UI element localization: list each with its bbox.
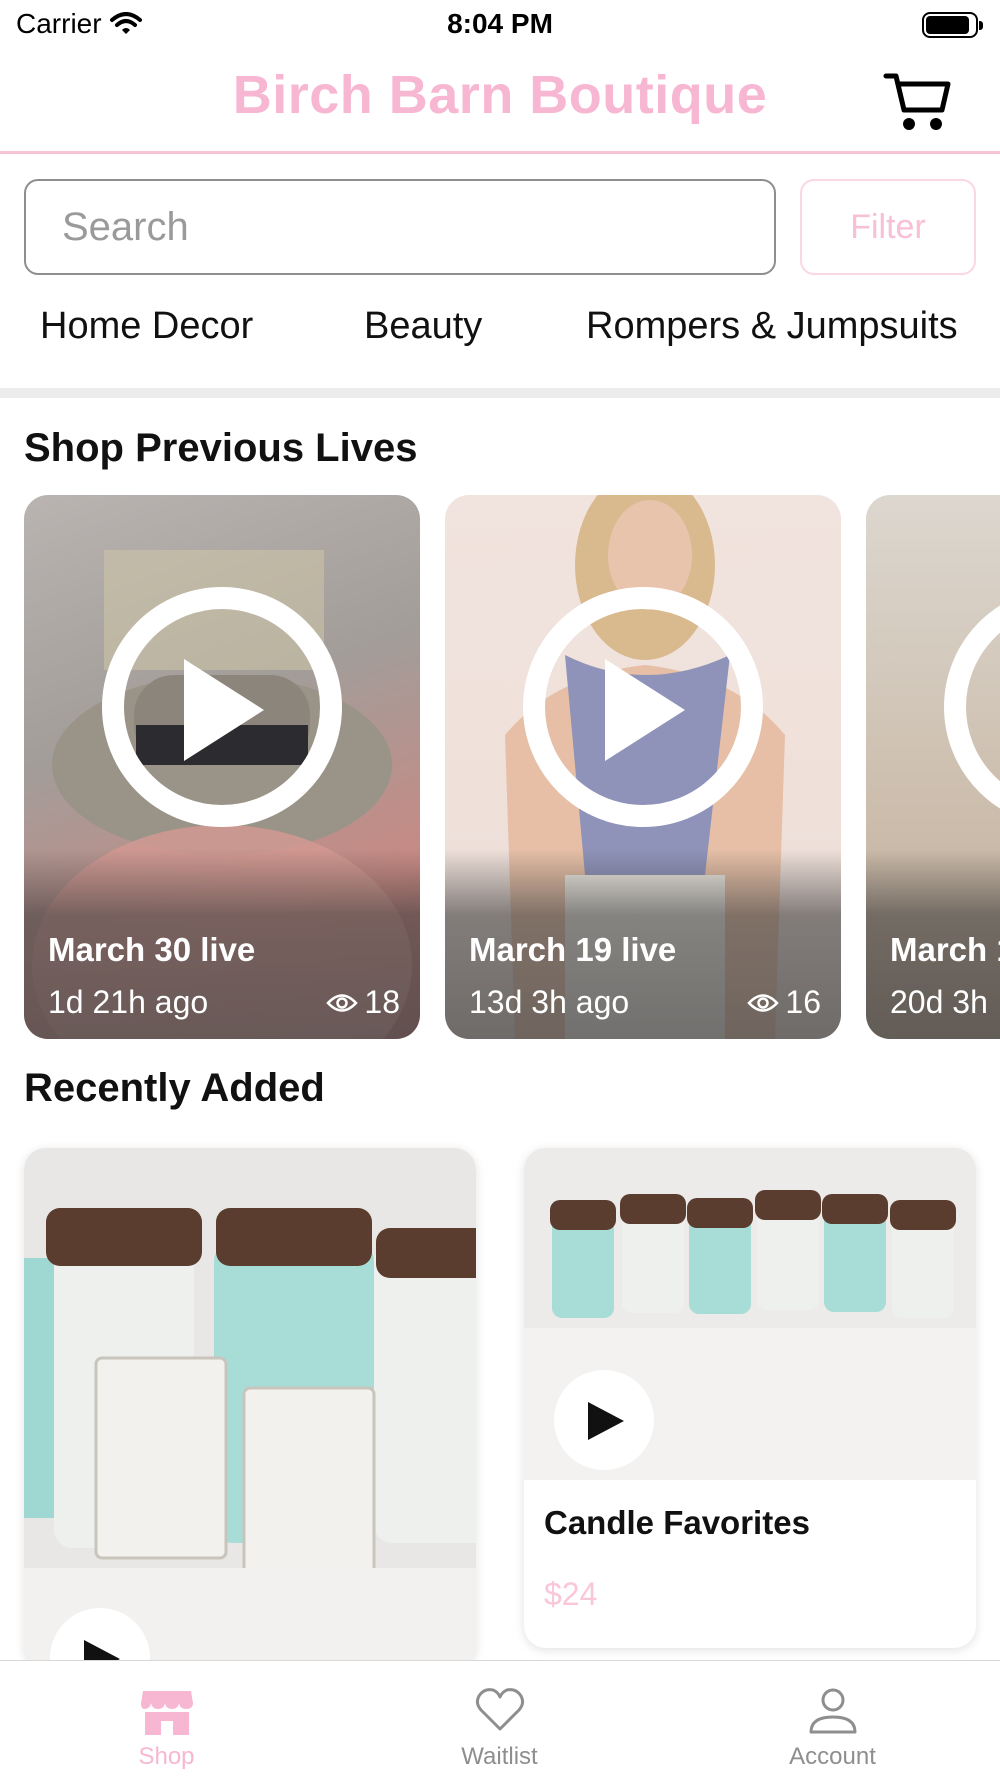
category-beauty[interactable]: Beauty: [364, 305, 482, 348]
tab-account[interactable]: Account: [666, 1661, 999, 1778]
play-button[interactable]: [523, 587, 763, 827]
live-card[interactable]: March 1 20d 3h: [866, 495, 1000, 1039]
category-tabs: Home Decor Beauty Rompers & Jumpsuits: [0, 305, 1000, 365]
view-count-value: 18: [364, 984, 400, 1020]
live-view-count: 16: [747, 984, 821, 1021]
live-view-count: 18: [326, 984, 400, 1021]
shop-icon: [140, 1691, 193, 1735]
live-card[interactable]: March 19 live 13d 3h ago 16: [445, 495, 841, 1039]
recent-section-title: Recently Added: [24, 1066, 325, 1110]
live-title: March 30 live: [48, 931, 256, 968]
view-count-value: 16: [785, 984, 821, 1020]
product-card[interactable]: Candle Favorites $24: [524, 1148, 976, 1648]
product-price: $24: [544, 1576, 598, 1612]
tab-label: Account: [789, 1743, 876, 1770]
tab-label: Shop: [138, 1743, 195, 1770]
search-input[interactable]: [24, 179, 776, 275]
section-divider: [0, 388, 1000, 398]
live-title: March 19 live: [469, 931, 677, 968]
person-icon: [809, 1688, 856, 1734]
heart-icon: [475, 1688, 524, 1731]
live-card[interactable]: March 30 live 1d 21h ago 18: [24, 495, 420, 1039]
status-bar: Carrier 8:04 PM: [0, 0, 1000, 50]
product-image: [24, 1148, 476, 1668]
status-time: 8:04 PM: [447, 8, 553, 39]
cart-button[interactable]: [882, 68, 954, 134]
eye-icon: [326, 993, 359, 1012]
lives-carousel[interactable]: March 30 live 1d 21h ago 18 March 19 liv…: [0, 495, 1000, 1040]
eye-icon: [747, 993, 780, 1012]
nav-header: Birch Barn Boutique: [0, 50, 1000, 154]
live-time-ago: 13d 3h ago: [469, 984, 630, 1020]
live-time-ago: 1d 21h ago: [48, 984, 209, 1020]
product-play-button[interactable]: [554, 1370, 654, 1470]
play-icon: [605, 659, 685, 761]
tab-waitlist[interactable]: Waitlist: [333, 1661, 666, 1778]
play-button[interactable]: [944, 587, 1000, 827]
play-icon: [184, 659, 264, 761]
product-name: Candle Favorites: [544, 1504, 810, 1541]
battery-icon: [922, 12, 983, 38]
play-icon: [588, 1402, 624, 1440]
live-time-ago: 20d 3h: [890, 984, 988, 1020]
product-card[interactable]: [24, 1148, 476, 1668]
tab-label: Waitlist: [461, 1743, 538, 1770]
tab-bar: Shop Waitlist Account: [0, 1660, 1000, 1778]
lives-section-title: Shop Previous Lives: [24, 426, 418, 470]
app-title: Birch Barn Boutique: [232, 65, 768, 125]
category-home-decor[interactable]: Home Decor: [40, 305, 253, 348]
cart-icon: [883, 73, 951, 130]
category-rompers-jumpsuits[interactable]: Rompers & Jumpsuits: [586, 305, 958, 348]
play-button[interactable]: [102, 587, 342, 827]
filter-button[interactable]: Filter: [800, 179, 976, 275]
tab-shop[interactable]: Shop: [0, 1661, 333, 1778]
live-title: March 1: [890, 931, 1000, 968]
